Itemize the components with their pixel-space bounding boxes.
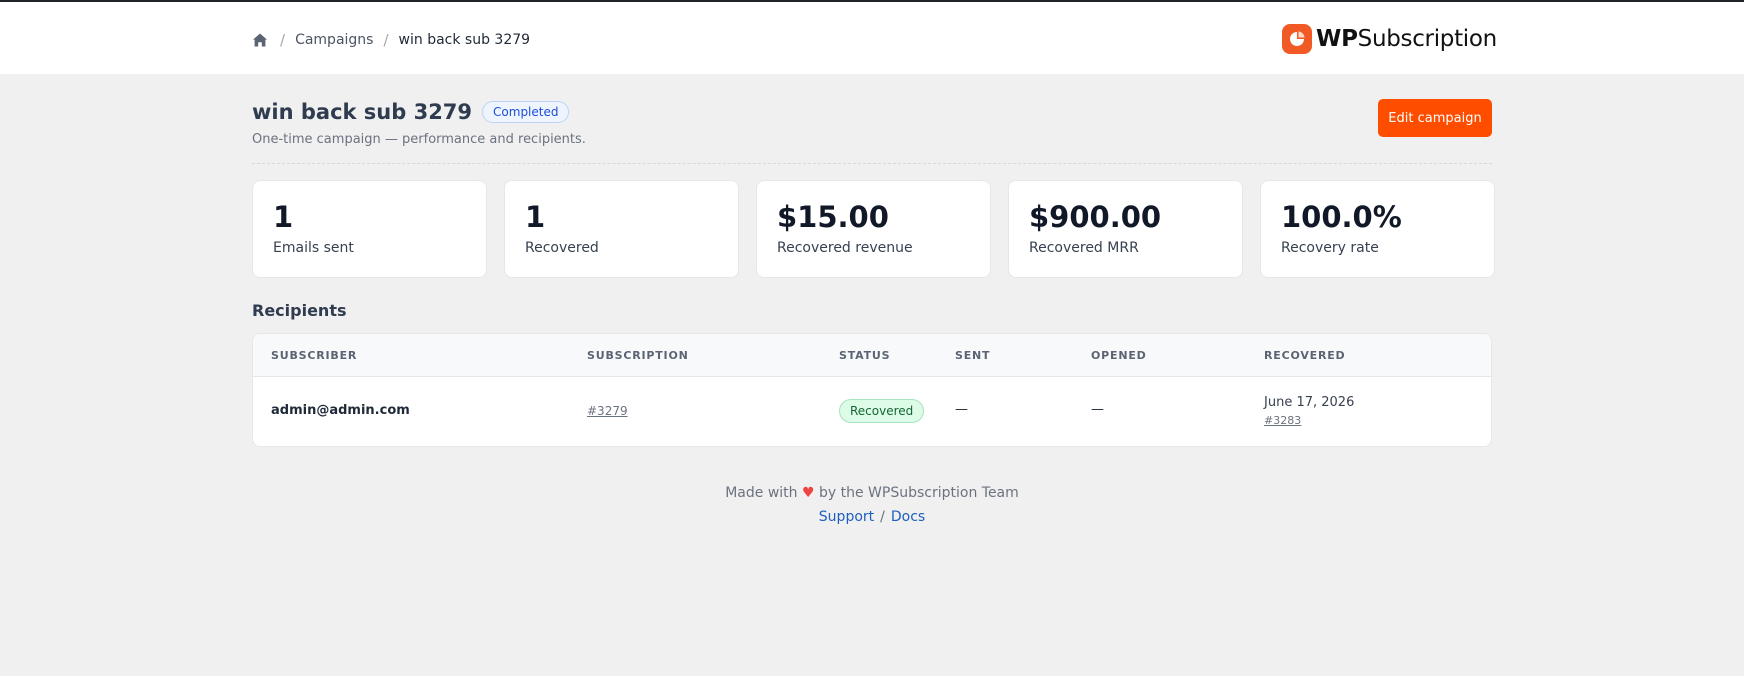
footer-credit: Made with ♥ by the WPSubscription Team [0, 485, 1744, 501]
opened-value: — [1091, 402, 1104, 417]
table-header: SUBSCRIBER SUBSCRIPTION STATUS SENT OPEN… [253, 334, 1491, 377]
subscriber-email: admin@admin.com [271, 403, 410, 418]
subscription-link[interactable]: #3279 [587, 404, 628, 418]
stat-card-emails-sent: 1 Emails sent [252, 180, 487, 278]
stat-value: $15.00 [777, 200, 889, 234]
stat-value: 1 [525, 200, 546, 234]
stat-card-recovered-revenue: $15.00 Recovered revenue [756, 180, 991, 278]
edit-campaign-button[interactable]: Edit campaign [1378, 99, 1492, 137]
stat-label: Recovered revenue [777, 240, 913, 256]
breadcrumb-campaigns-link[interactable]: Campaigns [295, 32, 373, 48]
footer-links: Support / Docs [0, 509, 1744, 525]
stat-card-recovered-mrr: $900.00 Recovered MRR [1008, 180, 1243, 278]
breadcrumb: / Campaigns / win back sub 3279 [252, 28, 530, 52]
column-header-status: STATUS [839, 349, 891, 362]
stat-value: 100.0% [1281, 200, 1402, 234]
footer-made-with: Made with [725, 485, 798, 501]
stat-label: Recovered MRR [1029, 240, 1139, 256]
column-header-subscription: SUBSCRIPTION [587, 349, 689, 362]
stat-value: 1 [273, 200, 294, 234]
status-badge: Completed [482, 101, 570, 123]
recovered-date: June 17, 2026 [1264, 395, 1355, 410]
column-header-sent: SENT [955, 349, 991, 362]
docs-link[interactable]: Docs [891, 509, 925, 525]
stat-value: $900.00 [1029, 200, 1162, 234]
stat-label: Emails sent [273, 240, 354, 256]
breadcrumb-separator: / [280, 31, 286, 49]
support-link[interactable]: Support [819, 509, 874, 525]
recipients-title: Recipients [252, 301, 347, 320]
sent-value: — [955, 402, 968, 417]
recovered-order-link[interactable]: #3283 [1264, 414, 1301, 427]
stat-label: Recovery rate [1281, 240, 1379, 256]
page-footer: Made with ♥ by the WPSubscription Team S… [0, 485, 1744, 525]
recipients-table: SUBSCRIBER SUBSCRIPTION STATUS SENT OPEN… [252, 333, 1492, 447]
column-header-subscriber: SUBSCRIBER [271, 349, 358, 362]
logo-text-bold: WP [1316, 26, 1358, 52]
page-title: win back sub 3279 [252, 100, 473, 124]
stat-card-recovered: 1 Recovered [504, 180, 739, 278]
footer-separator: / [880, 509, 885, 525]
stat-label: Recovered [525, 240, 599, 256]
recipient-status-badge: Recovered [839, 399, 925, 423]
heart-icon: ♥ [801, 485, 815, 501]
top-header: / Campaigns / win back sub 3279 WPSubscr… [0, 2, 1744, 74]
header-divider [252, 163, 1492, 164]
column-header-recovered: RECOVERED [1264, 349, 1346, 362]
stat-card-recovery-rate: 100.0% Recovery rate [1260, 180, 1495, 278]
footer-team: by the WPSubscription Team [819, 485, 1019, 501]
table-row: admin@admin.com #3279 Recovered — — June… [253, 377, 1491, 446]
wpsubscription-logo-icon [1282, 24, 1312, 54]
breadcrumb-separator: / [383, 31, 389, 49]
column-header-opened: OPENED [1091, 349, 1147, 362]
stats-row: 1 Emails sent 1 Recovered $15.00 Recover… [252, 180, 1495, 278]
page-title-row: win back sub 3279 Completed [252, 100, 570, 124]
wpsubscription-logo[interactable]: WPSubscription [1282, 23, 1497, 55]
page-subtitle: One-time campaign — performance and reci… [252, 132, 586, 147]
home-icon[interactable] [252, 31, 270, 49]
breadcrumb-current: win back sub 3279 [398, 32, 531, 48]
logo-text-regular: Subscription [1357, 26, 1498, 52]
